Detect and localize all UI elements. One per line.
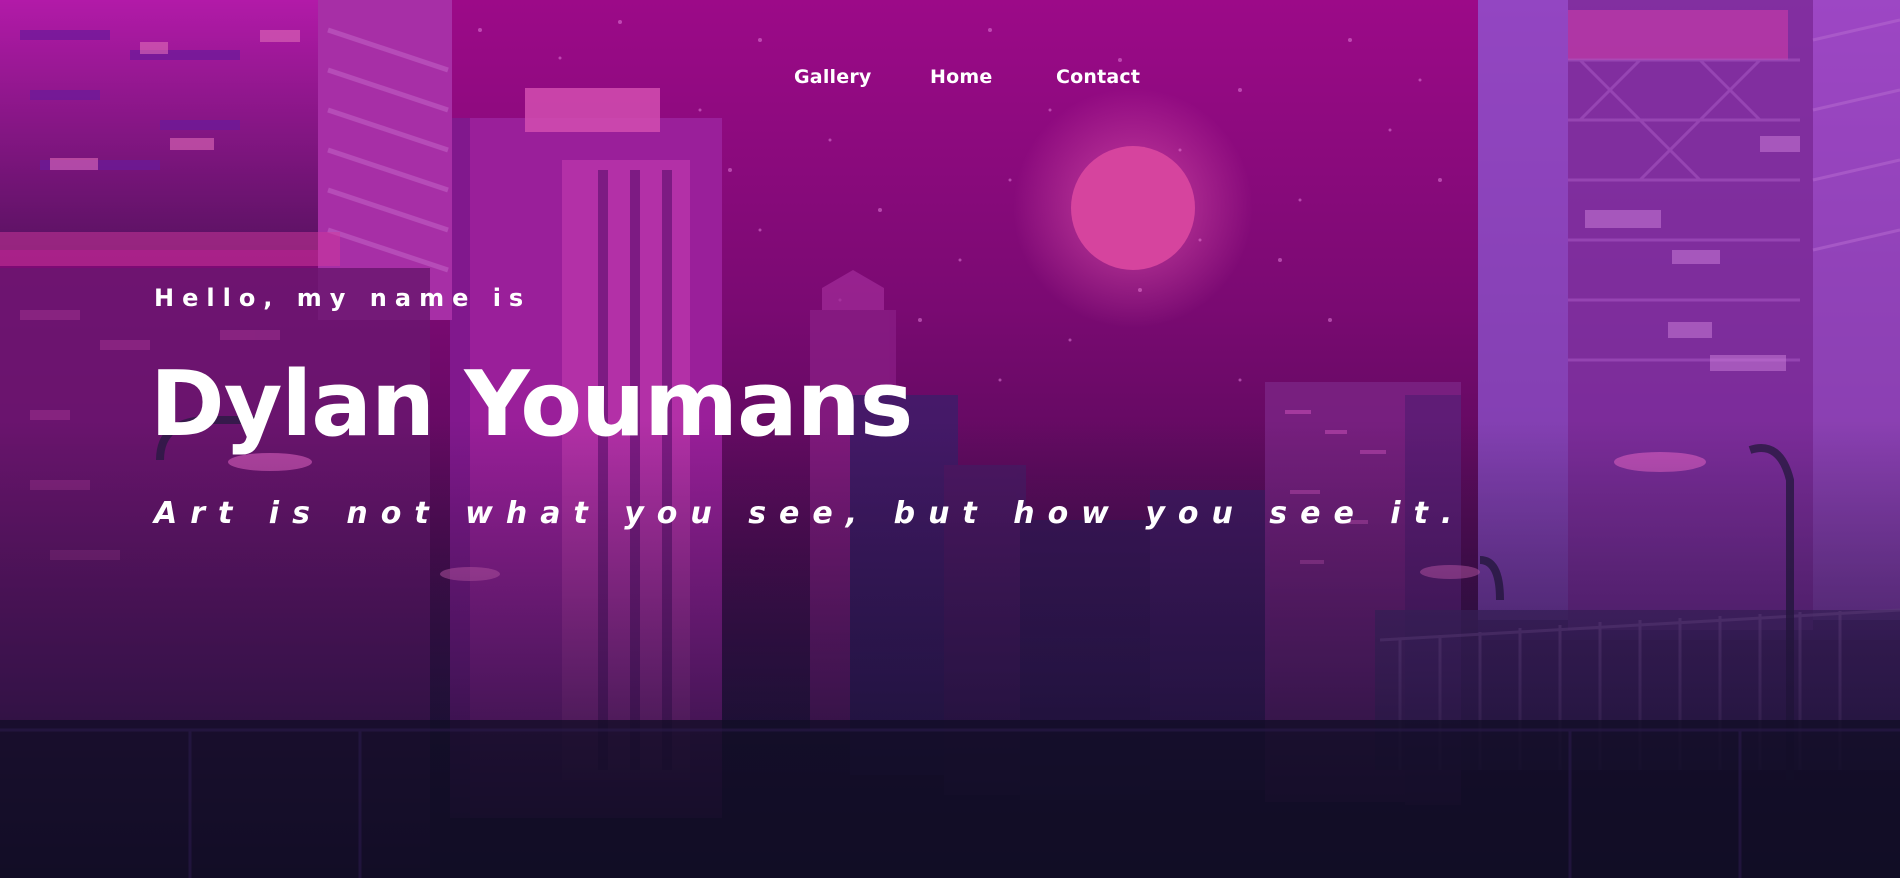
nav-link-home[interactable]: Home [930, 66, 992, 88]
nav-link-gallery[interactable]: Gallery [794, 66, 871, 88]
main-navigation: Gallery Home Contact [0, 66, 1900, 96]
hero-section: Gallery Home Contact Hello, my name is D… [0, 0, 1900, 878]
hero-name-heading: Dylan Youmans [150, 352, 913, 457]
hero-tagline: Art is not what you see, but how you see… [154, 496, 1466, 531]
nav-link-contact[interactable]: Contact [1056, 66, 1140, 88]
hero-intro-text: Hello, my name is [154, 284, 532, 312]
